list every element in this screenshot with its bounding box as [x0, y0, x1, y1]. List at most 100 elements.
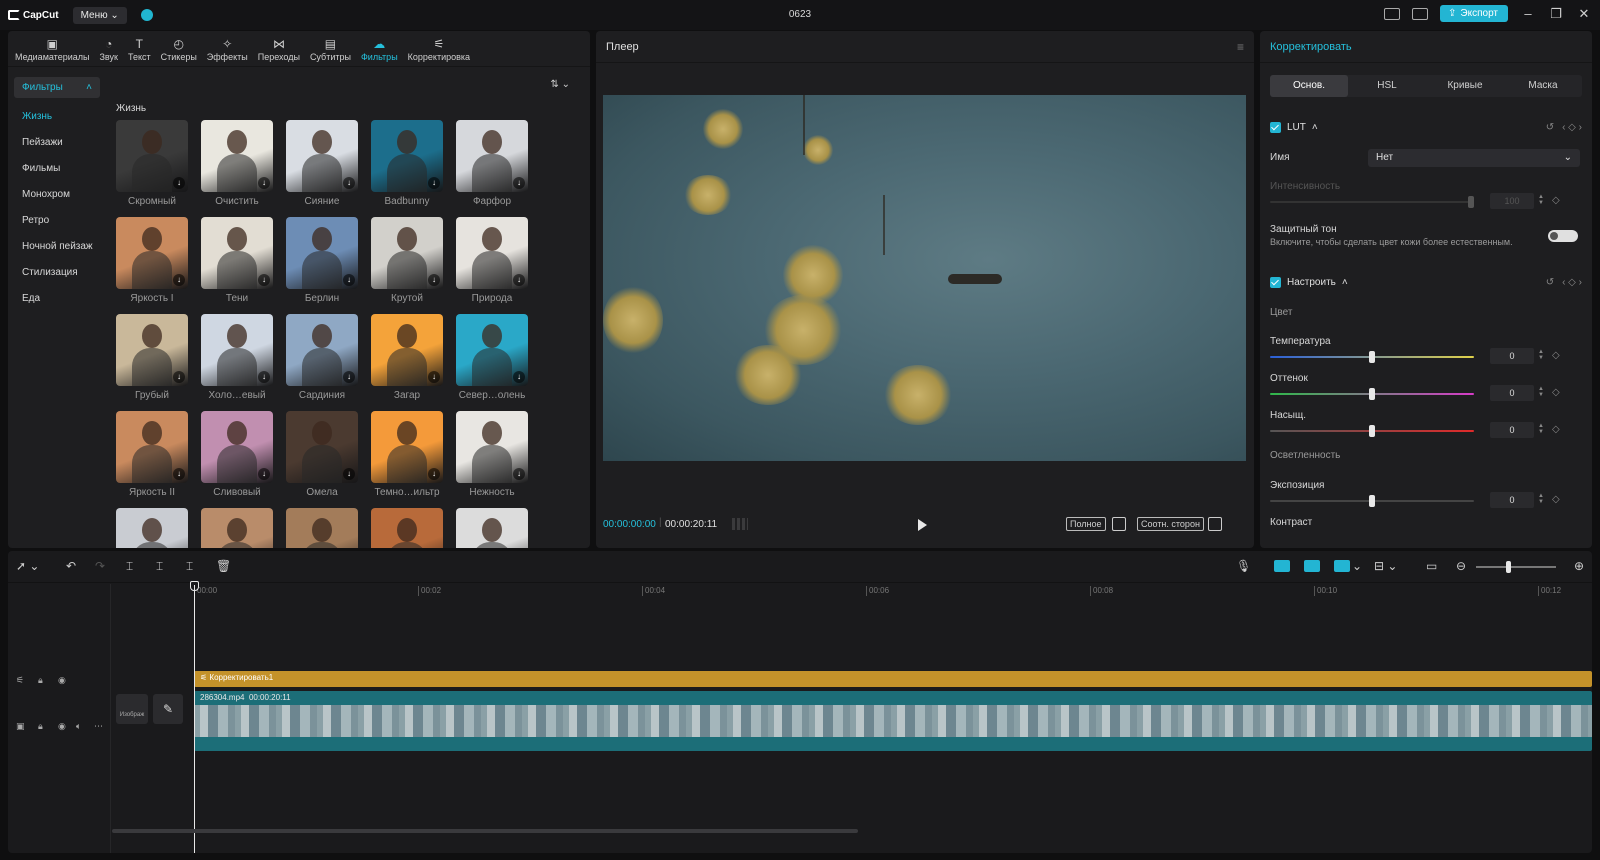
menu-button[interactable]: Меню ⌄	[72, 6, 127, 24]
tool-media[interactable]: ▣ Медиаматериалы	[10, 38, 94, 66]
temperature-value[interactable]: 0	[1490, 348, 1534, 364]
filter-tile[interactable]: ↓ Крутой	[371, 217, 443, 314]
tool-audio[interactable]: ◔ Звук	[94, 38, 122, 66]
download-icon[interactable]: ↓	[173, 468, 185, 480]
filter-tile[interactable]: ↓ Очистить	[201, 120, 273, 217]
filter-tile[interactable]: ↓ Скромный	[116, 120, 188, 217]
download-icon[interactable]: ↓	[513, 468, 525, 480]
filter-tile[interactable]: ↓ Грубый	[116, 314, 188, 411]
saturation-slider[interactable]	[1270, 425, 1474, 437]
tool-filters[interactable]: ☁ Фильтры	[356, 38, 403, 66]
temperature-spinner[interactable]: ▲ ▼	[1538, 349, 1546, 361]
cover-button[interactable]: Изображ	[116, 694, 148, 724]
temperature-slider[interactable]	[1270, 351, 1474, 363]
lut-checkbox[interactable]	[1270, 122, 1281, 133]
aspect-ratio-button[interactable]: Соотн. сторон	[1137, 517, 1204, 531]
lut-name-select[interactable]: Нет ⌄	[1368, 149, 1580, 167]
eye-icon[interactable]: ◉	[58, 721, 66, 732]
filter-tile[interactable]: ↓	[286, 508, 358, 548]
saturation-value[interactable]: 0	[1490, 422, 1534, 438]
download-icon[interactable]: ↓	[513, 371, 525, 383]
download-icon[interactable]: ↓	[343, 177, 355, 189]
more-icon[interactable]: ⋯	[94, 721, 103, 732]
zoom-slider-knob[interactable]	[1506, 561, 1511, 573]
keyframe-icon[interactable]: ◇	[1552, 195, 1560, 206]
download-icon[interactable]: ↓	[343, 468, 355, 480]
filter-tile[interactable]: ↓	[371, 508, 443, 548]
zoom-out-icon[interactable]: ⊖	[1456, 560, 1466, 572]
trim-left-icon[interactable]: ⌶	[156, 560, 163, 572]
tool-adjust[interactable]: ⚟ Корректировка	[403, 38, 475, 66]
chevron-down-icon[interactable]: ⌄	[1352, 560, 1362, 572]
delete-icon[interactable]: 🗑	[216, 560, 231, 572]
category-item[interactable]: Пейзажи	[8, 130, 108, 156]
tune-checkbox[interactable]	[1270, 277, 1281, 288]
maximize-icon[interactable]: ❐	[1548, 6, 1564, 22]
keyframe-icon[interactable]: ◇	[1552, 424, 1560, 435]
tool-sticker[interactable]: ◴ Стикеры	[156, 38, 202, 66]
fullscreen-icon[interactable]	[1208, 517, 1222, 531]
filter-tile[interactable]: ↓	[201, 508, 273, 548]
filter-tile[interactable]: ↓ Темно…ильтр	[371, 411, 443, 508]
sync-status-icon[interactable]	[140, 9, 153, 21]
speaker-icon[interactable]: 🔈︎	[76, 721, 81, 732]
category-dropdown[interactable]: Фильтры ˄	[14, 77, 100, 98]
filter-tile[interactable]: ↓ Фарфор	[456, 120, 528, 217]
filter-tile[interactable]: ↓ Яркость II	[116, 411, 188, 508]
keyframe-icon[interactable]: ◇	[1552, 387, 1560, 398]
tool-captions[interactable]: ▤ Субтитры	[305, 38, 356, 66]
tool-effects[interactable]: ✧ Эффекты	[202, 38, 253, 66]
keyframe-nav-icon[interactable]: ‹ ◇ ›	[1562, 277, 1582, 288]
keyframe-icon[interactable]: ◇	[1552, 350, 1560, 361]
filter-tile[interactable]: ↓ Берлин	[286, 217, 358, 314]
filter-tile[interactable]: ↓ Природа	[456, 217, 528, 314]
player-menu-icon[interactable]: ≡	[1237, 40, 1244, 54]
download-icon[interactable]: ↓	[428, 274, 440, 286]
screenshot-icon[interactable]	[1112, 517, 1126, 531]
playhead[interactable]	[194, 585, 195, 853]
filter-tile[interactable]: ↓ Тени	[201, 217, 273, 314]
minimize-icon[interactable]: –	[1520, 6, 1536, 21]
adjust-tab[interactable]: Основ.	[1270, 75, 1348, 97]
video-clip[interactable]: 286304.mp4 00:00:20:11	[194, 691, 1592, 751]
category-item[interactable]: Монохром	[8, 182, 108, 208]
main-track-magnet-icon[interactable]	[1274, 560, 1290, 572]
intensity-value[interactable]: 100	[1490, 193, 1534, 209]
tune-section-header[interactable]: Настроить ˄	[1270, 277, 1348, 288]
filter-tile[interactable]: ↓ Холо…евый	[201, 314, 273, 411]
auto-snap-icon[interactable]	[1304, 560, 1320, 572]
lut-section-header[interactable]: LUT ˄	[1270, 122, 1318, 133]
filter-tile[interactable]: ↓ Сияние	[286, 120, 358, 217]
adjust-tab[interactable]: Кривые	[1426, 75, 1504, 97]
download-icon[interactable]: ↓	[428, 371, 440, 383]
filter-tile[interactable]: ↓ Сардиния	[286, 314, 358, 411]
category-item[interactable]: Ретро	[8, 208, 108, 234]
keyframe-nav-icon[interactable]: ‹ ◇ ›	[1562, 122, 1582, 133]
download-icon[interactable]: ↓	[173, 177, 185, 189]
full-quality-button[interactable]: Полное	[1066, 517, 1106, 531]
close-icon[interactable]: ✕	[1576, 6, 1592, 22]
video-preview[interactable]	[603, 95, 1246, 461]
redo-icon[interactable]: ↷	[95, 560, 105, 572]
download-icon[interactable]: ↓	[343, 274, 355, 286]
reset-icon[interactable]: ↺	[1546, 122, 1554, 133]
adjust-tab[interactable]: Маска	[1504, 75, 1582, 97]
shortcuts-icon[interactable]	[1412, 7, 1429, 20]
eye-icon[interactable]: ◉	[58, 675, 66, 686]
category-item[interactable]: Ночной пейзаж	[8, 234, 108, 260]
filter-tile[interactable]: ↓ Север…олень	[456, 314, 528, 411]
filter-tile[interactable]: ↓ Сливовый	[201, 411, 273, 508]
intensity-slider[interactable]	[1270, 196, 1474, 208]
layout-icon[interactable]	[1384, 7, 1401, 20]
keyframe-icon[interactable]: ◇	[1552, 494, 1560, 505]
tool-transitions[interactable]: ⋈ Переходы	[253, 38, 305, 66]
download-icon[interactable]: ↓	[513, 274, 525, 286]
category-item[interactable]: Жизнь	[8, 104, 108, 130]
horizontal-scrollbar[interactable]	[112, 829, 858, 833]
play-icon[interactable]	[918, 519, 927, 531]
tint-slider[interactable]	[1270, 388, 1474, 400]
lock-icon[interactable]: 🔒︎	[38, 721, 43, 732]
filter-tile[interactable]: ↓ Badbunny	[371, 120, 443, 217]
exposure-slider[interactable]	[1270, 495, 1474, 507]
saturation-spinner[interactable]: ▲ ▼	[1538, 423, 1546, 435]
